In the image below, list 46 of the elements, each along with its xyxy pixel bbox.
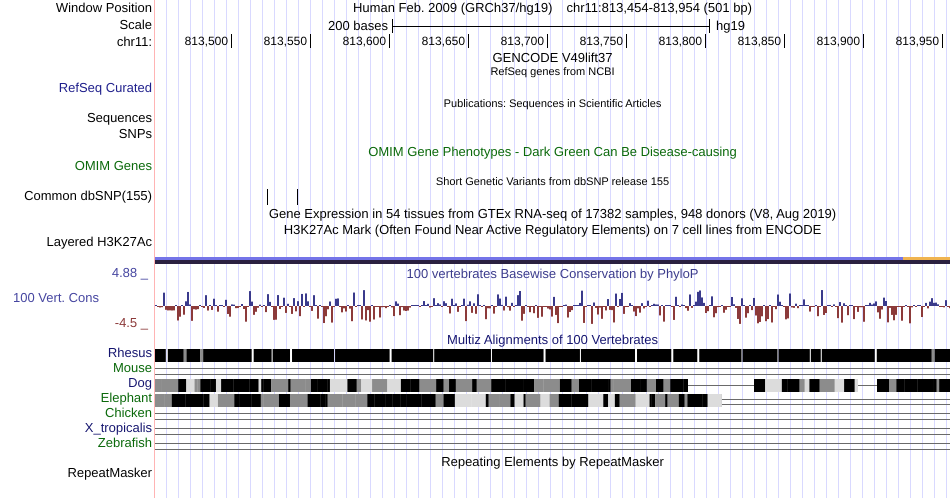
species-label: Mouse — [112, 360, 153, 375]
track-title: H3K27Ac Mark (Often Found Near Active Regulatory Elements) on 7 cell lines from ENCODE — [282, 222, 822, 238]
track-label[interactable]: Common dbSNP(155) — [0, 188, 154, 204]
ruler-tick: 813,650 — [422, 34, 469, 48]
ruler-tick: 813,900 — [816, 34, 864, 48]
assembly-title: Human Feb. 2009 (GRCh37/hg19) — [353, 0, 552, 17]
species-label: Chicken — [104, 405, 153, 420]
position-text: chr11:813,454-813,954 (501 bp) — [566, 0, 752, 17]
ruler-tick: 813,700 — [500, 34, 548, 48]
ruler-tick: 813,550 — [264, 34, 311, 48]
row-label: Window Position — [54, 0, 153, 16]
track-label[interactable]: Sequences — [0, 110, 154, 126]
row-label: chr11: — [116, 34, 153, 50]
track-title: Multiz Alignments of 100 Vertebrates — [446, 332, 659, 348]
track-title: Gene Expression in 54 tissues from GTEx RNA-seq of 17382 samples, 948 donors (V8, Aug 2019) — [268, 206, 838, 222]
ruler-tick: 813,950 — [896, 34, 943, 48]
variant-ticks-drawing — [267, 189, 298, 205]
track-label[interactable]: OMIM Genes — [0, 158, 154, 174]
track-label[interactable]: SNPs — [0, 126, 154, 142]
ruler-tick: 813,750 — [580, 34, 627, 48]
track-title: Short Genetic Variants from dbSNP release 155 — [434, 176, 670, 189]
ruler-tick: 813,800 — [658, 34, 706, 48]
ruler-tick: 813,600 — [342, 34, 390, 48]
track-title: Repeating Elements by RepeatMasker — [440, 454, 665, 470]
track-label[interactable]: 100 Vert. Cons — [0, 290, 154, 306]
track-label[interactable]: RefSeq Curated — [0, 80, 154, 96]
species-label: X_tropicalis — [84, 420, 153, 435]
track-title: RefSeq genes from NCBI — [489, 66, 616, 79]
track-label[interactable]: Layered H3K27Ac — [0, 234, 154, 250]
track-label[interactable]: RepeatMasker — [0, 465, 154, 481]
track-title: GENCODE V49lift37 — [492, 50, 614, 66]
ruler-tick: 813,850 — [738, 34, 785, 48]
scale-length: 200 bases — [327, 18, 389, 34]
species-label: Zebrafish — [96, 435, 153, 450]
track-title: 100 vertebrates Basewise Conservation by PhyloP — [406, 266, 700, 282]
axis-max-label: 4.88 _ — [110, 265, 150, 281]
species-label: Elephant — [100, 390, 153, 405]
track-title: OMIM Gene Phenotypes - Dark Green Can Be Disease-causing — [367, 144, 738, 160]
row-label: Scale — [118, 17, 153, 33]
species-label: Rhesus — [106, 345, 153, 360]
scale-bar-icon — [392, 18, 710, 32]
species-label: Dog — [127, 375, 153, 390]
track-title: Publications: Sequences in Scientific Articles — [442, 98, 662, 111]
axis-min-label: -4.5 _ — [114, 315, 150, 331]
assembly-label: hg19 — [716, 18, 745, 34]
ruler-tick: 813,500 — [184, 34, 232, 48]
